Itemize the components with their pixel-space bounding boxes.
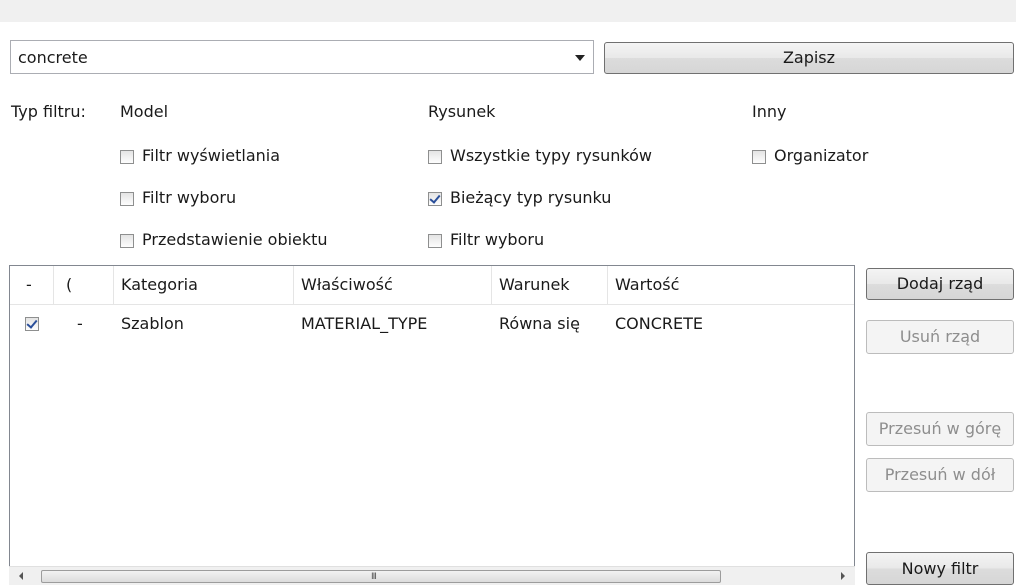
- column-header-paren[interactable]: (: [54, 266, 114, 304]
- save-button[interactable]: Zapisz: [604, 42, 1014, 74]
- chevron-down-icon[interactable]: [575, 55, 585, 61]
- row-paren-cell: -: [77, 314, 83, 333]
- filter-type-label: Typ filtru:: [11, 102, 86, 121]
- table-header: - ( Kategoria Właściwość Warunek Wartość: [10, 266, 854, 305]
- row-enabled-checkbox[interactable]: [25, 317, 39, 331]
- remove-row-label: Usuń rząd: [899, 327, 981, 346]
- row-kategoria-cell: Szablon: [121, 314, 184, 333]
- checkbox-biezacy-typ-rysunku[interactable]: [428, 192, 442, 206]
- checkbox-organizator[interactable]: [752, 150, 766, 164]
- filter-name-value: concrete: [18, 48, 88, 67]
- move-up-label: Przesuń w górę: [878, 419, 1002, 438]
- label-filtr-wyswietlania[interactable]: Filtr wyświetlania: [142, 146, 280, 165]
- label-wszystkie-typy-rysunkow[interactable]: Wszystkie typy rysunków: [450, 146, 652, 165]
- move-down-button[interactable]: Przesuń w dół: [866, 458, 1014, 492]
- column-header-toggle[interactable]: -: [10, 266, 54, 304]
- column-header-kategoria[interactable]: Kategoria: [114, 266, 294, 304]
- checkbox-filtr-wyboru-rysunek[interactable]: [428, 234, 442, 248]
- filter-name-combobox[interactable]: concrete: [10, 40, 594, 74]
- row-wartosc-cell: CONCRETE: [615, 314, 704, 333]
- column-header-warunek[interactable]: Warunek: [492, 266, 608, 304]
- checkbox-filtr-wyswietlania[interactable]: [120, 150, 134, 164]
- move-up-button[interactable]: Przesuń w górę: [866, 412, 1014, 446]
- row-warunek-cell: Równa się: [499, 314, 580, 333]
- checkbox-filtr-wyboru-model[interactable]: [120, 192, 134, 206]
- scrollbar-grip: III: [371, 572, 377, 582]
- save-button-label: Zapisz: [782, 48, 836, 67]
- add-row-button[interactable]: Dodaj rząd: [866, 268, 1014, 300]
- group-heading-model: Model: [120, 102, 169, 121]
- column-header-wartosc[interactable]: Wartość: [608, 266, 854, 304]
- conditions-table[interactable]: - ( Kategoria Właściwość Warunek Wartość…: [9, 265, 855, 585]
- group-heading-inny: Inny: [752, 102, 787, 121]
- table-row[interactable]: - Szablon MATERIAL_TYPE Równa się CONCRE…: [10, 306, 854, 342]
- scroll-right-icon[interactable]: [841, 572, 845, 580]
- label-biezacy-typ-rysunku[interactable]: Bieżący typ rysunku: [450, 188, 611, 207]
- scrollbar-thumb[interactable]: III: [41, 570, 721, 583]
- label-organizator[interactable]: Organizator: [774, 146, 868, 165]
- scroll-left-icon[interactable]: [19, 572, 23, 580]
- window-top-strip: [0, 0, 1016, 22]
- move-down-label: Przesuń w dół: [884, 465, 996, 484]
- row-wlasciwosc-cell: MATERIAL_TYPE: [301, 314, 428, 333]
- new-filter-label: Nowy filtr: [901, 559, 979, 578]
- label-filtr-wyboru-rysunek[interactable]: Filtr wyboru: [450, 230, 544, 249]
- group-heading-rysunek: Rysunek: [428, 102, 496, 121]
- horizontal-scrollbar[interactable]: III: [9, 566, 855, 585]
- label-przedstawienie-obiektu[interactable]: Przedstawienie obiektu: [142, 230, 328, 249]
- column-header-wlasciwosc[interactable]: Właściwość: [294, 266, 492, 304]
- checkbox-przedstawienie-obiektu[interactable]: [120, 234, 134, 248]
- remove-row-button[interactable]: Usuń rząd: [866, 320, 1014, 354]
- add-row-label: Dodaj rząd: [896, 274, 984, 293]
- checkbox-wszystkie-typy-rysunkow[interactable]: [428, 150, 442, 164]
- new-filter-button[interactable]: Nowy filtr: [866, 552, 1014, 585]
- label-filtr-wyboru-model[interactable]: Filtr wyboru: [142, 188, 236, 207]
